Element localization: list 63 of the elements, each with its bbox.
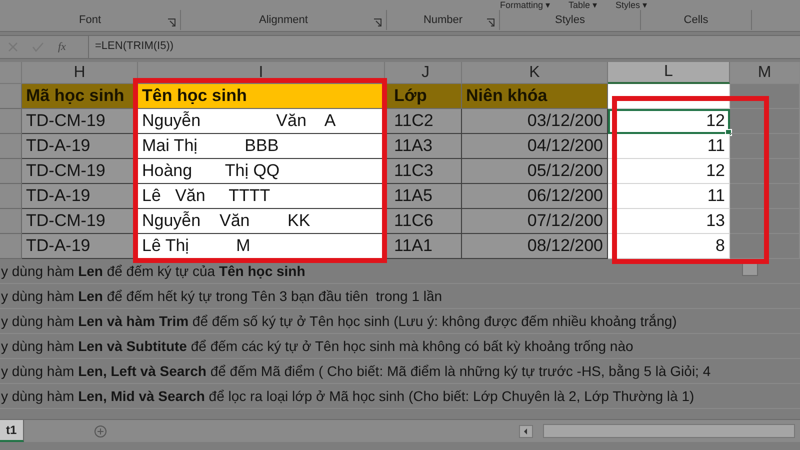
- column-header[interactable]: J: [385, 62, 462, 84]
- ribbon-command[interactable]: Table ▾: [568, 0, 598, 10]
- instruction-text: y dùng hàm Len và hàm Trim để đếm số ký tự ở Tên học sinh (Lưu ý: không được đếm nhiều khoảng trắng): [0, 312, 677, 331]
- row-header[interactable]: [0, 234, 22, 259]
- header-cell: Lớp: [385, 84, 462, 109]
- table-cell: 11A5: [385, 184, 462, 209]
- group-label: Cells: [684, 14, 708, 26]
- table-cell: 11A3: [385, 134, 462, 159]
- instruction-text: y dùng hàm Len để đếm ký tự của Tên học sinh: [0, 262, 306, 281]
- ribbon-command[interactable]: Styles ▾: [616, 0, 648, 10]
- column-header[interactable]: M: [730, 62, 800, 84]
- table-cell: 04/12/200: [462, 134, 608, 159]
- dialog-launcher-icon[interactable]: [486, 18, 495, 27]
- insert-function-button[interactable]: fx: [58, 41, 66, 53]
- column-header[interactable]: L: [608, 62, 730, 84]
- row-header[interactable]: [0, 159, 22, 184]
- instruction-text: y dùng hàm Len và Subtitute để đếm các ký tự ở Tên học sinh mà không có bất kỳ khoảng trống nào: [0, 337, 634, 356]
- row-header[interactable]: [0, 109, 22, 134]
- quick-analysis-icon[interactable]: [742, 263, 758, 276]
- column-header[interactable]: K: [462, 62, 608, 84]
- instruction-text: y dùng hàm Len để đếm hết ký tự trong Tên 3 bạn đầu tiên trong 1 lần: [0, 287, 442, 306]
- row-header[interactable]: [0, 184, 22, 209]
- group-label: Alignment: [259, 14, 308, 26]
- header-cell: Tên học sinh: [138, 84, 385, 109]
- group-label: Number: [423, 14, 463, 26]
- group-label: Font: [78, 14, 101, 26]
- table-cell: 11C2: [385, 109, 462, 134]
- table-cell: 11A1: [385, 234, 462, 259]
- select-all-corner[interactable]: [0, 62, 22, 84]
- table-cell[interactable]: 11: [608, 184, 730, 209]
- table-cell[interactable]: 12: [608, 159, 730, 184]
- group-label: Styles: [555, 14, 585, 26]
- row-header[interactable]: [0, 209, 22, 234]
- table-cell: 03/12/200: [462, 109, 608, 134]
- table-cell: Lê Văn TTTT: [138, 184, 385, 209]
- header-cell: Niên khóa: [462, 84, 608, 109]
- column-header[interactable]: H: [22, 62, 138, 84]
- ribbon-command[interactable]: Formatting ▾: [500, 0, 551, 10]
- add-sheet-icon[interactable]: [94, 424, 107, 438]
- table-cell: Nguyễn Văn KK: [138, 209, 385, 234]
- table-cell[interactable]: 13: [608, 209, 730, 234]
- dialog-launcher-icon[interactable]: [373, 18, 382, 27]
- table-cell[interactable]: 12: [608, 109, 730, 134]
- table-cell[interactable]: 11: [608, 134, 730, 159]
- horizontal-scrollbar[interactable]: [543, 424, 795, 438]
- table-cell: 08/12/200: [462, 234, 608, 259]
- table-cell: Nguyễn Văn A: [138, 109, 385, 134]
- table-cell: Mai Thị BBB: [138, 134, 385, 159]
- row-header[interactable]: [0, 134, 22, 159]
- sheet-tab[interactable]: t1: [0, 420, 24, 442]
- scroll-left-icon[interactable]: [519, 424, 533, 438]
- row-header[interactable]: [0, 84, 22, 109]
- table-cell: 11C6: [385, 209, 462, 234]
- table-cell: 11C3: [385, 159, 462, 184]
- table-cell: 05/12/200: [462, 159, 608, 184]
- instruction-text: y dùng hàm Len, Mid và Search để lọc ra loại lớp ở Mã học sinh (Cho biết: Lớp Chuyên là 2, Lớp Thường là 1): [0, 387, 694, 406]
- table-cell: Lê Thị M: [138, 234, 385, 259]
- table-cell: Hoàng Thị QQ: [138, 159, 385, 184]
- dialog-launcher-icon[interactable]: [167, 18, 176, 27]
- table-cell[interactable]: 8: [608, 234, 730, 259]
- table-cell: 07/12/200: [462, 209, 608, 234]
- instruction-text: y dùng hàm Len, Left và Search để đếm Mã điểm ( Cho biết: Mã điểm là những ký tự trước -HS, bằng 5 là Giỏi; 4: [0, 362, 711, 381]
- table-cell: 06/12/200: [462, 184, 608, 209]
